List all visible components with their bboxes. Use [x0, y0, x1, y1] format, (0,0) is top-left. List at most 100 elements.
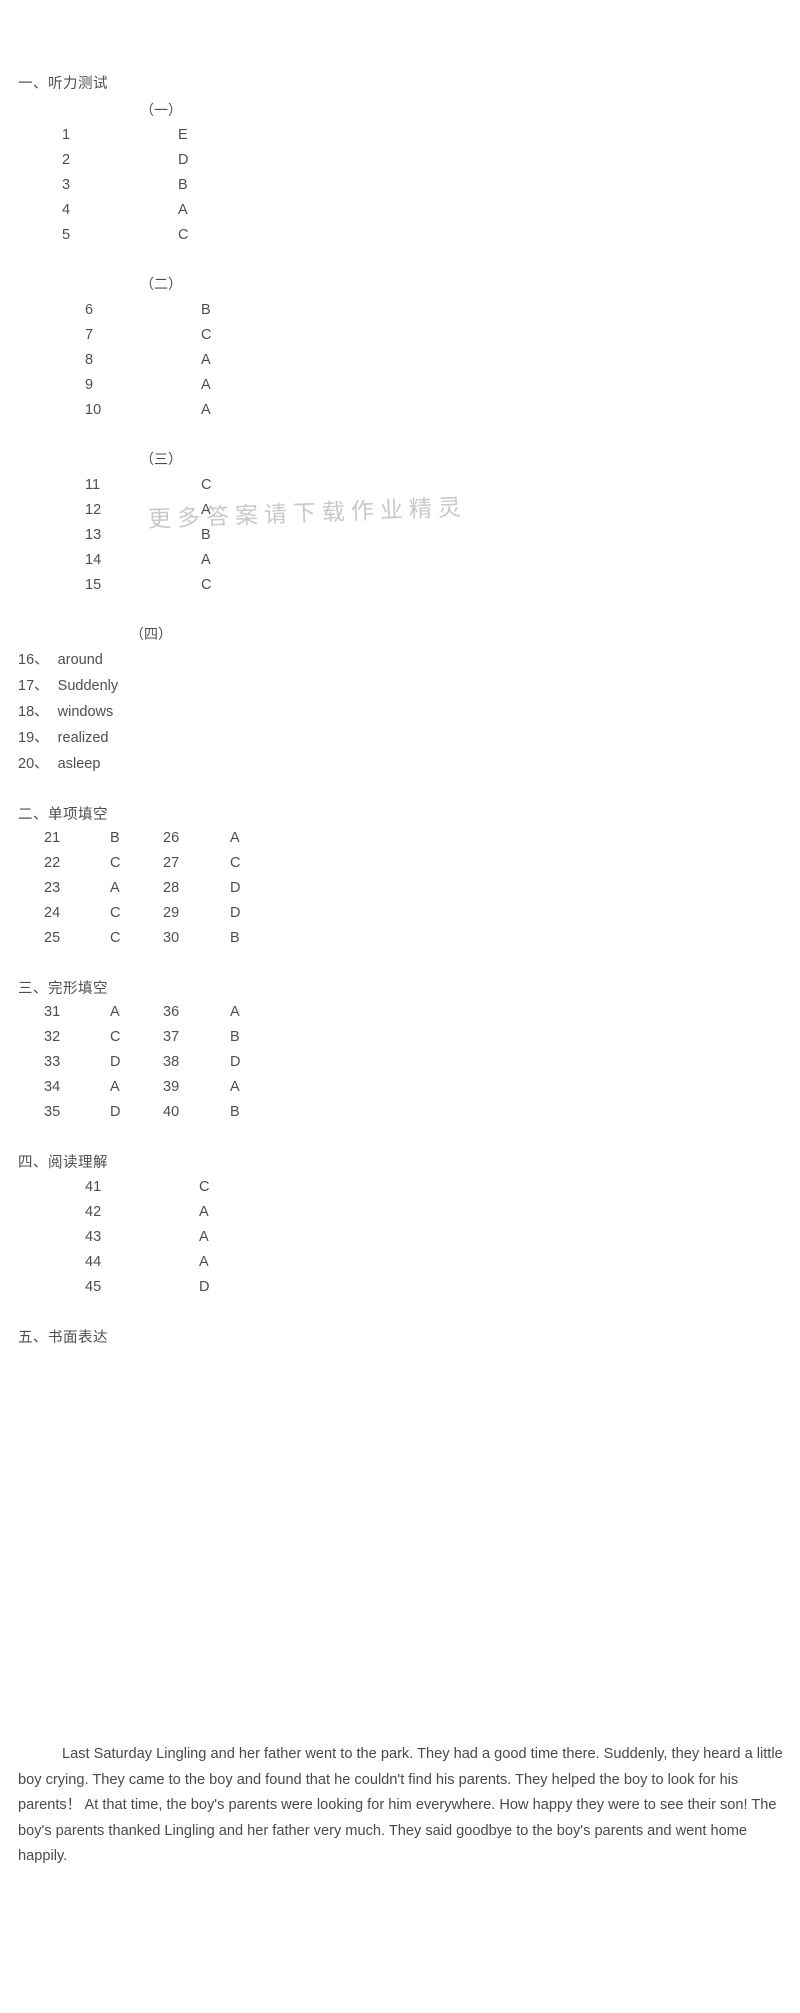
answer-number: 43	[85, 1229, 102, 1245]
group-header-one: （一）	[140, 102, 182, 118]
answer-value: A	[201, 402, 211, 418]
section-heading-writing: 五、书面表达	[18, 1330, 108, 1346]
answer-number: 17、	[18, 678, 49, 694]
answer-value: C	[178, 227, 189, 243]
answer-number: 29	[163, 905, 180, 921]
word-answer-row: 16、 around	[18, 648, 103, 673]
answer-number: 42	[85, 1204, 102, 1220]
answer-value: A	[201, 552, 211, 568]
answer-number: 3	[62, 177, 71, 193]
answer-value: A	[199, 1229, 209, 1245]
answer-value: B	[201, 527, 211, 543]
answer-value: D	[230, 880, 241, 896]
answer-value: A	[110, 1079, 120, 1095]
answer-number: 35	[44, 1104, 61, 1120]
answer-number: 36	[163, 1004, 180, 1020]
answer-number: 28	[163, 880, 180, 896]
answer-value: C	[201, 577, 212, 593]
answer-value: B	[178, 177, 188, 193]
answer-value: C	[230, 855, 241, 871]
answer-value: D	[199, 1279, 210, 1295]
answer-number: 25	[44, 930, 61, 946]
answer-number: 33	[44, 1054, 61, 1070]
answer-number: 16、	[18, 652, 49, 668]
answer-value: realized	[57, 730, 109, 746]
answer-value: D	[110, 1104, 121, 1120]
answer-value: A	[110, 880, 120, 896]
answer-value: B	[230, 930, 240, 946]
answer-number: 8	[85, 352, 94, 368]
answer-value: A	[230, 1004, 240, 1020]
answer-value: B	[230, 1104, 240, 1120]
answer-number: 32	[44, 1029, 61, 1045]
word-answer-row: 19、 realized	[18, 726, 108, 751]
answer-value: around	[57, 652, 103, 668]
answer-number: 26	[163, 830, 180, 846]
answer-value: A	[110, 1004, 120, 1020]
answer-value: C	[110, 1029, 121, 1045]
answer-number: 21	[44, 830, 61, 846]
answer-value: D	[110, 1054, 121, 1070]
answer-value: windows	[57, 704, 114, 720]
answer-number: 9	[85, 377, 94, 393]
answer-number: 38	[163, 1054, 180, 1070]
answer-value: C	[199, 1179, 210, 1195]
answer-number: 34	[44, 1079, 61, 1095]
answer-value: Suddenly	[57, 678, 119, 694]
answer-value: C	[201, 477, 212, 493]
answer-number: 14	[85, 552, 102, 568]
answer-value: A	[199, 1204, 209, 1220]
answer-number: 20、	[18, 756, 49, 772]
answer-number: 41	[85, 1179, 102, 1195]
answer-number: 45	[85, 1279, 102, 1295]
answer-number: 11	[85, 477, 101, 493]
answer-value: A	[230, 830, 240, 846]
answer-number: 10	[85, 402, 102, 418]
answer-value: C	[201, 327, 212, 343]
answer-value: A	[178, 202, 188, 218]
answer-value: B	[201, 302, 211, 318]
answer-number: 13	[85, 527, 102, 543]
answer-number: 40	[163, 1104, 180, 1120]
group-header-four: （四）	[130, 626, 172, 642]
group-header-three: （三）	[140, 451, 182, 467]
answer-number: 1	[62, 127, 71, 143]
answer-number: 22	[44, 855, 61, 871]
section-heading-reading: 四、阅读理解	[18, 1155, 108, 1171]
section-heading-listening: 一、听力测试	[18, 76, 108, 92]
answer-value: E	[178, 127, 188, 143]
answer-number: 30	[163, 930, 180, 946]
answer-value: D	[178, 152, 189, 168]
answer-number: 19、	[18, 730, 49, 746]
answer-value: C	[110, 905, 121, 921]
answer-value: A	[199, 1254, 209, 1270]
answer-number: 15	[85, 577, 102, 593]
answer-value: A	[230, 1079, 240, 1095]
answer-number: 31	[44, 1004, 61, 1020]
answer-value: B	[230, 1029, 240, 1045]
answer-number: 37	[163, 1029, 180, 1045]
answer-number: 18、	[18, 704, 49, 720]
answer-number: 6	[85, 302, 94, 318]
word-answer-row: 18、 windows	[18, 700, 113, 725]
answer-value: C	[110, 930, 121, 946]
answer-value: D	[230, 1054, 241, 1070]
section-heading-cloze: 三、完形填空	[18, 981, 108, 997]
answer-value: A	[201, 352, 211, 368]
answer-number: 23	[44, 880, 61, 896]
section-heading-multiple-choice: 二、单项填空	[18, 807, 108, 823]
answer-number: 2	[62, 152, 71, 168]
answer-value: B	[110, 830, 120, 846]
answer-value: asleep	[57, 756, 101, 772]
answer-number: 39	[163, 1079, 180, 1095]
answer-number: 27	[163, 855, 180, 871]
group-header-two: （二）	[140, 276, 182, 292]
word-answer-row: 17、 Suddenly	[18, 674, 118, 699]
essay-paragraph: Last Saturday Lingling and her father we…	[18, 1746, 783, 1864]
answer-value: D	[230, 905, 241, 921]
answer-number: 7	[85, 327, 94, 343]
answer-number: 24	[44, 905, 61, 921]
watermark-text: 更多答案请下载作业精灵	[147, 494, 468, 533]
answer-number: 44	[85, 1254, 102, 1270]
word-answer-row: 20、 asleep	[18, 752, 100, 777]
